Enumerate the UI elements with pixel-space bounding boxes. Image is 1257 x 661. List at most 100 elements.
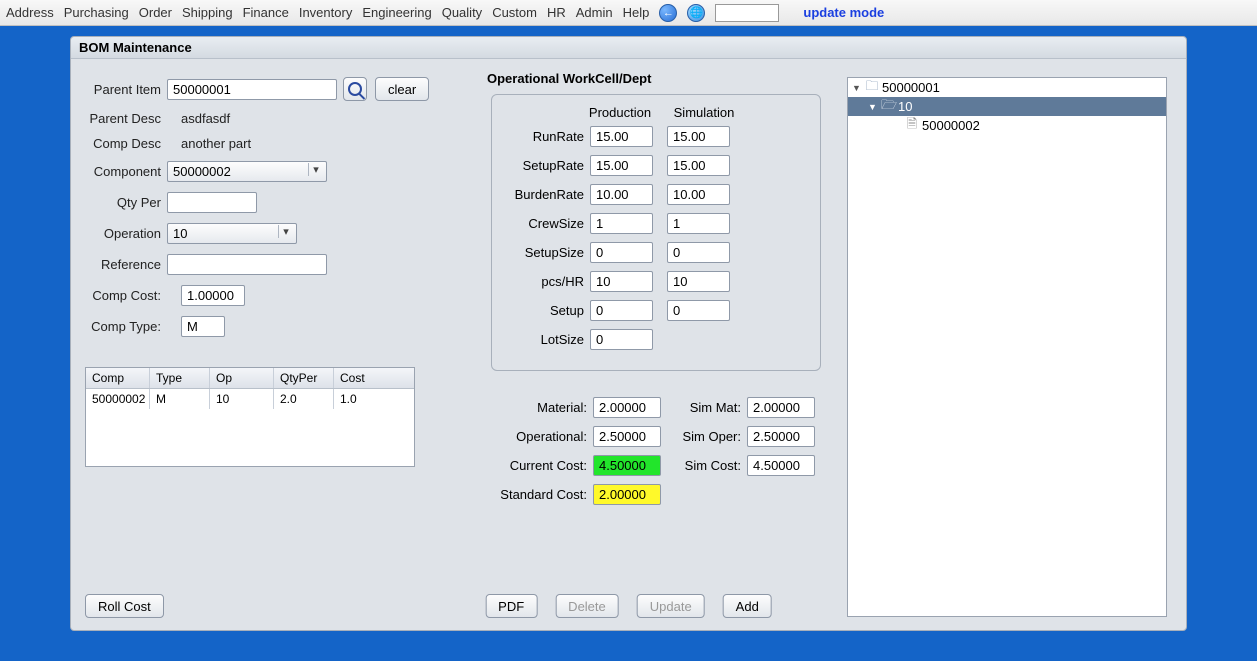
tree-toggle-icon[interactable]: ▼ (852, 83, 862, 93)
menu-order[interactable]: Order (139, 5, 172, 20)
menu-inventory[interactable]: Inventory (299, 5, 352, 20)
setuprate-prod-input[interactable] (590, 155, 653, 176)
tree-leaf[interactable]: 🗎 50000002 (848, 116, 1166, 135)
tree-root[interactable]: ▼ 🗀 50000001 (848, 78, 1166, 97)
bom-tree: ▼ 🗀 50000001 ▼ 🗁 10 🗎 50000002 (847, 77, 1167, 617)
burden-label: BurdenRate (504, 187, 584, 202)
menu-admin[interactable]: Admin (576, 5, 613, 20)
simmat-label: Sim Mat: (679, 400, 741, 415)
nav-back-icon[interactable]: ← (659, 4, 677, 22)
operation-select[interactable]: 10 (167, 223, 297, 244)
qty-per-label: Qty Per (85, 195, 161, 210)
cell-comp: 50000002 (86, 389, 150, 409)
currentcost-input[interactable] (593, 455, 661, 476)
parent-item-label: Parent Item (85, 82, 161, 97)
table-row[interactable]: 50000002 M 10 2.0 1.0 (86, 389, 414, 409)
component-table: Comp Type Op QtyPer Cost 50000002 M 10 2… (85, 367, 415, 467)
menu-shipping[interactable]: Shipping (182, 5, 233, 20)
qty-per-input[interactable] (167, 192, 257, 213)
magnify-icon (348, 82, 362, 96)
simcost-input[interactable] (747, 455, 815, 476)
menu-purchasing[interactable]: Purchasing (64, 5, 129, 20)
comp-type-label: Comp Type: (85, 319, 161, 334)
crew-label: CrewSize (504, 216, 584, 231)
lotsize-input[interactable] (590, 329, 653, 350)
workcell-fieldset: Production Simulation RunRate SetupRate … (491, 94, 821, 371)
mode-label: update mode (803, 5, 884, 20)
nav-globe-icon[interactable]: 🌐 (687, 4, 705, 22)
folder-icon: 🗀 (865, 77, 879, 99)
setupsize-sim-input[interactable] (667, 242, 730, 263)
bom-panel: BOM Maintenance Parent Item clear Parent… (70, 36, 1187, 631)
crew-prod-input[interactable] (590, 213, 653, 234)
currentcost-label: Current Cost: (491, 458, 587, 473)
simcost-label: Sim Cost: (679, 458, 741, 473)
pcshr-sim-input[interactable] (667, 271, 730, 292)
th-type[interactable]: Type (150, 368, 210, 388)
parent-item-search-button[interactable] (343, 77, 367, 101)
component-select[interactable]: 50000002 (167, 161, 327, 182)
th-cost[interactable]: Cost (334, 368, 414, 388)
tree-toggle-icon[interactable]: ▼ (868, 102, 878, 112)
material-label: Material: (491, 400, 587, 415)
tree-node-10[interactable]: ▼ 🗁 10 (848, 97, 1166, 116)
add-button[interactable]: Add (723, 594, 772, 618)
burden-sim-input[interactable] (667, 184, 730, 205)
tree-node-label: 10 (898, 99, 912, 114)
pcshr-prod-input[interactable] (590, 271, 653, 292)
roll-cost-button[interactable]: Roll Cost (85, 594, 164, 618)
reference-input[interactable] (167, 254, 327, 275)
comp-desc-value: another part (167, 136, 251, 151)
setup-sim-input[interactable] (667, 300, 730, 321)
menu-address[interactable]: Address (6, 5, 54, 20)
bottom-bar: Roll Cost PDF Delete Update Add (85, 594, 1172, 618)
parent-desc-value: asdfasdf (167, 111, 230, 126)
comp-cost-input[interactable] (181, 285, 245, 306)
th-comp[interactable]: Comp (86, 368, 150, 388)
parent-item-input[interactable] (167, 79, 337, 100)
operation-label: Operation (85, 226, 161, 241)
quick-search-input[interactable] (715, 4, 779, 22)
parent-desc-label: Parent Desc (85, 111, 161, 126)
setup-label: Setup (504, 303, 584, 318)
menubar: Address Purchasing Order Shipping Financ… (0, 0, 1257, 26)
workcell-column: Operational WorkCell/Dept Production Sim… (491, 77, 821, 513)
simmat-input[interactable] (747, 397, 815, 418)
menu-help[interactable]: Help (623, 5, 650, 20)
th-qtyper[interactable]: QtyPer (274, 368, 334, 388)
menu-finance[interactable]: Finance (243, 5, 289, 20)
setup-prod-input[interactable] (590, 300, 653, 321)
col-simulation: Simulation (670, 105, 738, 120)
cell-op: 10 (210, 389, 274, 409)
reference-label: Reference (85, 257, 161, 272)
cell-type: M (150, 389, 210, 409)
operational-input[interactable] (593, 426, 661, 447)
lotsize-label: LotSize (504, 332, 584, 347)
material-input[interactable] (593, 397, 661, 418)
menu-engineering[interactable]: Engineering (362, 5, 431, 20)
setupsize-prod-input[interactable] (590, 242, 653, 263)
update-button[interactable]: Update (637, 594, 705, 618)
workcell-legend: Operational WorkCell/Dept (487, 71, 821, 86)
component-label: Component (85, 164, 161, 179)
simoper-label: Sim Oper: (679, 429, 741, 444)
col-production: Production (586, 105, 654, 120)
setuprate-label: SetupRate (504, 158, 584, 173)
tree-leaf-label: 50000002 (922, 118, 980, 133)
standardcost-input[interactable] (593, 484, 661, 505)
runrate-prod-input[interactable] (590, 126, 653, 147)
pdf-button[interactable]: PDF (485, 594, 537, 618)
simoper-input[interactable] (747, 426, 815, 447)
runrate-sim-input[interactable] (667, 126, 730, 147)
th-op[interactable]: Op (210, 368, 274, 388)
comp-desc-label: Comp Desc (85, 136, 161, 151)
menu-quality[interactable]: Quality (442, 5, 482, 20)
menu-custom[interactable]: Custom (492, 5, 537, 20)
menu-hr[interactable]: HR (547, 5, 566, 20)
burden-prod-input[interactable] (590, 184, 653, 205)
delete-button[interactable]: Delete (555, 594, 619, 618)
crew-sim-input[interactable] (667, 213, 730, 234)
comp-type-input[interactable] (181, 316, 225, 337)
setuprate-sim-input[interactable] (667, 155, 730, 176)
clear-button[interactable]: clear (375, 77, 429, 101)
